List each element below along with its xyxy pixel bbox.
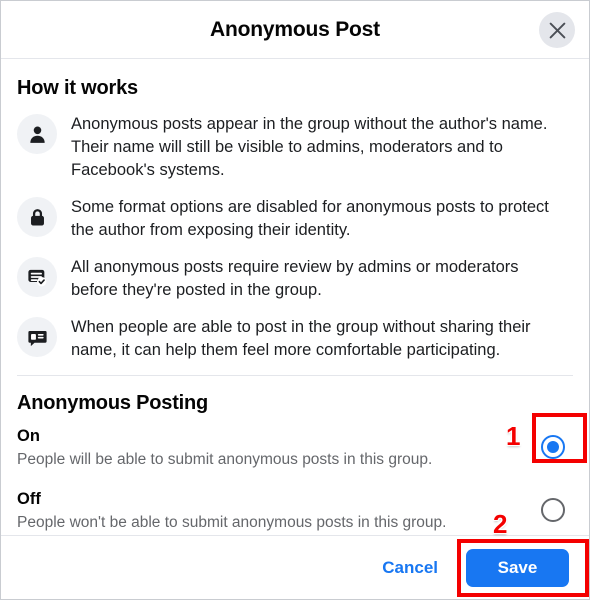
dialog-header: Anonymous Post bbox=[1, 1, 589, 59]
option-description-off: People won't be able to submit anonymous… bbox=[17, 514, 447, 531]
comment-icon bbox=[17, 317, 57, 357]
radio-off-indicator bbox=[541, 498, 565, 522]
info-row: Some format options are disabled for ano… bbox=[17, 195, 573, 242]
lock-icon bbox=[17, 197, 57, 237]
dialog-body: How it works Anonymous posts appear in t… bbox=[1, 77, 589, 536]
option-row-off[interactable]: Off People won't be able to submit anony… bbox=[17, 488, 573, 536]
dialog-title: Anonymous Post bbox=[210, 17, 380, 41]
info-row-text: Anonymous posts appear in the group with… bbox=[71, 115, 548, 179]
person-icon bbox=[17, 114, 57, 154]
option-row-on[interactable]: On People will be able to submit anonymo… bbox=[17, 425, 573, 473]
how-it-works-list: Anonymous posts appear in the group with… bbox=[17, 112, 573, 362]
radio-on[interactable] bbox=[537, 431, 569, 463]
close-icon[interactable] bbox=[539, 12, 575, 48]
info-row: When people are able to post in the grou… bbox=[17, 315, 573, 362]
option-labels-off: Off People won't be able to submit anony… bbox=[17, 488, 446, 533]
option-name-off: Off bbox=[17, 490, 41, 508]
option-name-on: On bbox=[17, 427, 40, 445]
save-button[interactable]: Save bbox=[466, 548, 569, 587]
option-description-on: People will be able to submit anonymous … bbox=[17, 451, 433, 468]
info-row-text: Some format options are disabled for ano… bbox=[71, 198, 549, 239]
dialog-footer: Cancel Save bbox=[1, 535, 589, 599]
info-row: All anonymous posts require review by ad… bbox=[17, 255, 573, 302]
cancel-button[interactable]: Cancel bbox=[368, 550, 452, 586]
anonymous-posting-heading: Anonymous Posting bbox=[17, 392, 209, 414]
info-row-text: All anonymous posts require review by ad… bbox=[71, 258, 519, 299]
option-labels-on: On People will be able to submit anonymo… bbox=[17, 425, 432, 470]
how-it-works-heading: How it works bbox=[17, 77, 138, 99]
section-divider bbox=[17, 375, 573, 376]
info-row: Anonymous posts appear in the group with… bbox=[17, 112, 573, 182]
radio-on-indicator bbox=[541, 435, 565, 459]
info-row-text: When people are able to post in the grou… bbox=[71, 318, 531, 359]
anonymous-post-dialog: Anonymous Post How it works Anonymous po… bbox=[0, 0, 590, 600]
post-review-icon bbox=[17, 257, 57, 297]
radio-off[interactable] bbox=[537, 494, 569, 526]
